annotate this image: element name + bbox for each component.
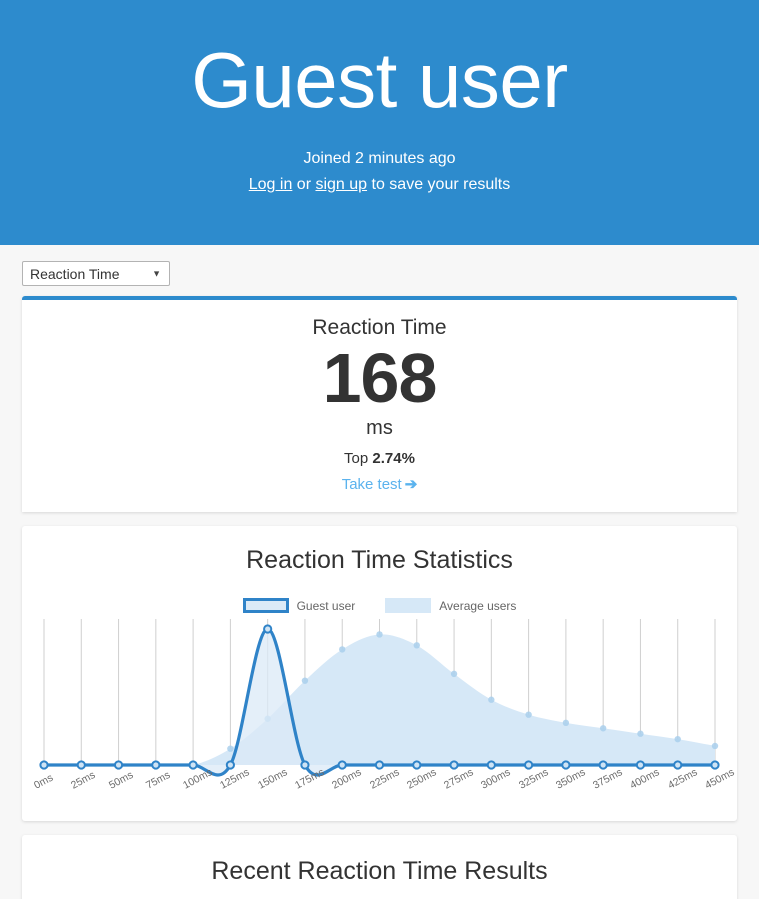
score-value: 168 [322, 339, 438, 418]
legend-swatch-icon [385, 598, 432, 614]
statistics-chart-title: Reaction Time Statistics [246, 545, 513, 574]
signup-link[interactable]: sign up [315, 176, 367, 193]
statistics-card: Reaction Time Statistics Guest user Aver… [22, 525, 737, 822]
page-title: Guest user [191, 36, 568, 124]
rank-prefix: Top [344, 449, 373, 467]
score-card: Reaction Time 168 ms Top 2.74% Take test… [22, 296, 737, 512]
arrow-right-icon: ➔ [404, 475, 418, 493]
legend-item-guest[interactable]: Guest user [242, 598, 356, 614]
score-rank: Top 2.74% [22, 450, 737, 467]
rank-value: 2.74% [372, 449, 415, 467]
legend-label: Average users [439, 598, 517, 613]
take-test-label: Take test [341, 475, 402, 493]
cta-or: or [292, 176, 316, 194]
cta-tail: to save your results [367, 176, 511, 194]
score-unit: ms [366, 416, 393, 439]
take-test-link[interactable]: Take test ➔ [342, 475, 418, 493]
recent-chart-title: Recent Reaction Time Results [211, 857, 548, 886]
main-content: Reaction Time ▼ Reaction Time 168 ms Top… [0, 245, 759, 899]
legend-label: Guest user [296, 598, 356, 613]
profile-header: Guest user Joined 2 minutes ago Log in o… [0, 0, 759, 245]
test-selector-row: Reaction Time ▼ [22, 245, 737, 296]
statistics-chart-svg [39, 619, 720, 777]
joined-text: Joined 2 minutes ago [303, 150, 456, 168]
login-link[interactable]: Log in [249, 176, 293, 193]
legend-swatch-icon [242, 598, 289, 614]
legend-item-average[interactable]: Average users [385, 598, 517, 614]
chart-legend: Guest user Average users [22, 598, 737, 614]
test-select-wrapper: Reaction Time ▼ [22, 261, 170, 286]
x-axis-labels: 0ms 25ms 50ms 75ms 100ms 125ms 150ms 175ms 200ms… [30, 766, 736, 821]
score-card-title: Reaction Time [312, 316, 447, 339]
auth-cta: Log in or sign up to save your results [0, 176, 759, 194]
recent-results-card: Recent Reaction Time Results 200 [22, 835, 737, 899]
statistics-chart[interactable] [30, 619, 729, 779]
test-select[interactable]: Reaction Time [22, 261, 170, 286]
